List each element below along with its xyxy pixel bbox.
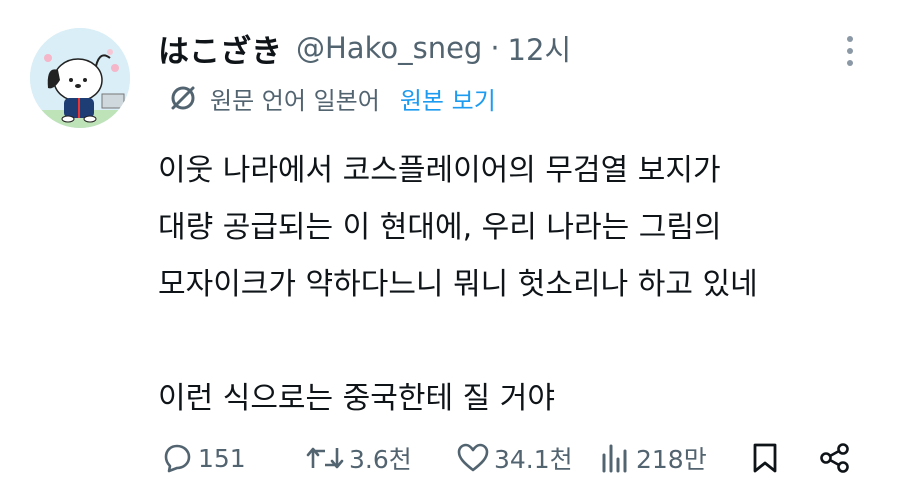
views-icon — [602, 444, 627, 473]
share-icon — [820, 443, 849, 473]
reply-count: 151 — [198, 443, 246, 473]
translation-row: 원문 언어 일본어 원본 보기 — [168, 80, 496, 116]
tweet-header: はこざき @Hako_sneg · 12시 — [158, 26, 572, 71]
more-options-button[interactable] — [840, 34, 860, 68]
reply-button[interactable]: 151 — [160, 436, 246, 480]
tweet-line: 이런 식으로는 중국한테 질 거야 — [158, 381, 555, 416]
source-language-label: 원문 언어 일본어 — [210, 86, 380, 115]
separator-dot: · — [490, 31, 500, 65]
action-bar: 151 3.6천 34.1천 218만 — [0, 436, 900, 480]
display-name[interactable]: はこざき — [158, 26, 282, 71]
views-count: 218만 — [636, 445, 707, 474]
user-handle[interactable]: @Hako_sneg — [296, 31, 482, 65]
translate-icon — [171, 86, 195, 110]
bookmark-button[interactable] — [748, 436, 782, 480]
like-count: 34.1천 — [494, 445, 573, 474]
retweet-count: 3.6천 — [349, 445, 412, 474]
bookmark-icon — [753, 443, 777, 473]
tweet: はこざき @Hako_sneg · 12시 원문 언어 일본어 원본 보기 이웃… — [0, 0, 900, 489]
avatar[interactable] — [30, 28, 130, 128]
timestamp[interactable]: 12시 — [508, 27, 572, 69]
reply-icon — [164, 444, 191, 473]
tweet-line: 이웃 나라에서 코스플레이어의 무검열 보지가 — [158, 153, 721, 188]
like-button[interactable]: 34.1천 — [456, 436, 573, 480]
tweet-text: 이웃 나라에서 코스플레이어의 무검열 보지가 대량 공급되는 이 현대에, 우… — [158, 142, 878, 427]
pochacco-avatar-icon — [30, 28, 130, 128]
retweet-icon — [306, 447, 344, 469]
more-icon — [847, 36, 853, 42]
share-button[interactable] — [818, 436, 852, 480]
tweet-line: 모자이크가 약하다느니 뭐니 헛소리나 하고 있네 — [158, 267, 758, 302]
tweet-line: 대량 공급되는 이 현대에, 우리 나라는 그림의 — [158, 210, 722, 245]
show-original-link[interactable]: 원본 보기 — [400, 81, 496, 116]
views-button[interactable]: 218만 — [598, 436, 707, 480]
retweet-button[interactable]: 3.6천 — [305, 436, 412, 480]
like-icon — [457, 443, 489, 472]
